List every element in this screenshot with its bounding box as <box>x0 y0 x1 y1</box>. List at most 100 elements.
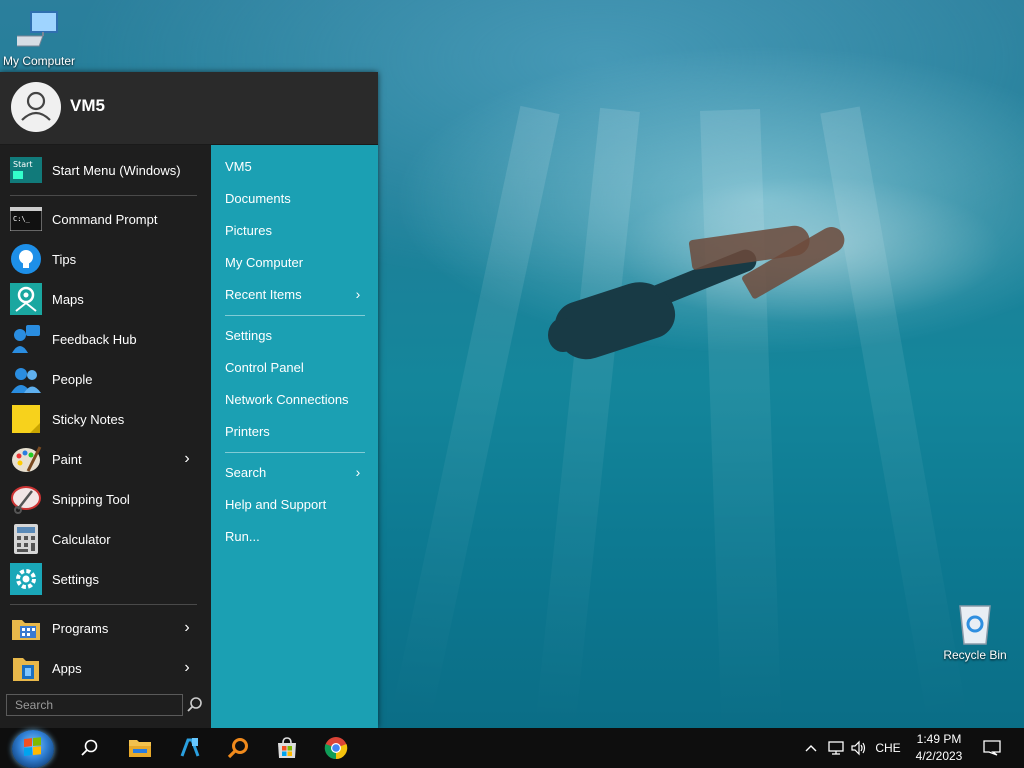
menu-separator <box>225 315 365 316</box>
gear-icon <box>10 563 42 595</box>
user-avatar[interactable] <box>11 82 61 132</box>
search-icon <box>81 739 98 756</box>
network-icon <box>828 741 844 755</box>
places-item-documents[interactable]: Documents <box>225 183 365 213</box>
menu-item-label: Apps <box>52 660 82 676</box>
places-item-run[interactable]: Run... <box>225 521 365 551</box>
taskbar-app-store[interactable] <box>170 732 210 764</box>
menu-item-people[interactable]: People <box>0 359 211 399</box>
svg-text:C:\_: C:\_ <box>13 215 31 223</box>
magnifier-search-icon <box>227 738 248 759</box>
places-item-help-and-support[interactable]: Help and Support <box>225 489 365 519</box>
start-button[interactable] <box>12 730 54 768</box>
menu-item-label: People <box>52 371 93 387</box>
places-item-label: Pictures <box>225 222 272 238</box>
places-item-search[interactable]: Search › <box>225 457 365 487</box>
user-name[interactable]: VM5 <box>70 96 105 116</box>
places-item-my-computer[interactable]: My Computer <box>225 247 365 277</box>
menu-item-calculator[interactable]: Calculator <box>0 519 211 559</box>
command-prompt-icon: C:\_ <box>10 203 42 235</box>
app-store-icon <box>180 738 200 757</box>
places-item-control-panel[interactable]: Control Panel <box>225 352 365 382</box>
menu-separator <box>225 452 365 453</box>
snipping-tool-icon <box>10 483 42 515</box>
places-item-recent-items[interactable]: Recent Items › <box>225 279 365 309</box>
clock-time: 1:49 PM <box>916 732 962 746</box>
desktop-icon-recycle-bin[interactable]: Recycle Bin <box>940 600 1010 662</box>
start-menu-right-items: VM5 Documents Pictures My Computer Recen… <box>211 145 378 728</box>
places-item-vm5[interactable]: VM5 <box>225 151 365 181</box>
taskbar-chrome[interactable] <box>316 732 356 764</box>
tray-show-hidden-icons[interactable] <box>800 728 822 768</box>
menu-item-feedback-hub[interactable]: Feedback Hub <box>0 319 211 359</box>
taskbar: CHE 1:49 PM 4/2/2023 <box>0 728 1024 768</box>
menu-separator <box>10 195 197 196</box>
taskbar-file-explorer[interactable] <box>120 732 160 764</box>
chevron-right-icon: › <box>184 450 190 467</box>
file-explorer-icon <box>129 740 151 757</box>
places-item-settings[interactable]: Settings <box>225 320 365 350</box>
calculator-icon <box>10 523 42 555</box>
menu-item-paint[interactable]: Paint › <box>0 439 211 479</box>
start-menu-icon: Start <box>10 154 42 186</box>
notification-icon <box>983 740 1001 756</box>
taskbar-microsoft-store[interactable] <box>267 732 307 764</box>
places-item-label: Help and Support <box>225 496 327 512</box>
places-item-label: VM5 <box>225 158 252 174</box>
start-menu-search-box[interactable] <box>6 694 183 716</box>
menu-item-maps[interactable]: Maps <box>0 279 211 319</box>
desktop-icon-label: My Computer <box>2 54 76 68</box>
menu-item-apps[interactable]: Apps › <box>0 648 211 688</box>
places-item-label: Settings <box>225 327 272 343</box>
menu-separator <box>10 604 197 605</box>
menu-item-label: Paint <box>52 451 82 467</box>
search-input[interactable] <box>7 695 182 715</box>
search-icon[interactable] <box>186 696 204 714</box>
menu-item-label: Command Prompt <box>52 211 158 227</box>
places-item-pictures[interactable]: Pictures <box>225 215 365 245</box>
menu-item-label: Sticky Notes <box>52 411 125 427</box>
menu-item-command-prompt[interactable]: C:\_ Command Prompt <box>0 199 211 239</box>
places-item-printers[interactable]: Printers <box>225 416 365 446</box>
people-icon <box>10 363 42 395</box>
menu-item-tips[interactable]: Tips <box>0 239 211 279</box>
menu-item-label: Calculator <box>52 531 111 547</box>
places-item-network-connections[interactable]: Network Connections <box>225 384 365 414</box>
menu-item-label: Programs <box>52 620 109 636</box>
menu-item-programs[interactable]: Programs › <box>0 608 211 648</box>
tray-clock[interactable]: 1:49 PM 4/2/2023 <box>906 731 972 765</box>
menu-item-label: Feedback Hub <box>52 331 137 347</box>
feedback-hub-icon <box>10 323 42 355</box>
desktop-icon-my-computer[interactable]: My Computer <box>0 8 78 68</box>
tray-network[interactable] <box>824 728 848 768</box>
menu-item-sticky-notes[interactable]: Sticky Notes <box>0 399 211 439</box>
recycle-bin-icon <box>959 605 991 645</box>
windows-logo-icon <box>24 737 41 756</box>
desktop-icon-label: Recycle Bin <box>943 648 1007 662</box>
places-item-label: My Computer <box>225 254 304 270</box>
apps-icon <box>10 652 42 684</box>
lightbulb-icon <box>10 243 42 275</box>
places-item-label: Recent Items <box>225 286 302 302</box>
taskbar-magnifier[interactable] <box>218 732 258 764</box>
menu-item-label: Start Menu (Windows) <box>52 162 181 178</box>
clock-date: 4/2/2023 <box>915 749 963 763</box>
menu-item-settings[interactable]: Settings <box>0 559 211 599</box>
places-item-label: Run... <box>225 528 260 544</box>
tray-language[interactable]: CHE <box>872 728 904 768</box>
svg-text:Start: Start <box>13 160 33 169</box>
menu-item-start-menu-windows[interactable]: Start Start Menu (Windows) <box>0 150 211 190</box>
menu-item-snipping-tool[interactable]: Snipping Tool <box>0 479 211 519</box>
microsoft-store-icon <box>278 737 296 758</box>
menu-item-label: Settings <box>52 571 99 587</box>
tray-volume[interactable] <box>848 728 870 768</box>
sticky-notes-icon <box>10 403 42 435</box>
places-item-label: Network Connections <box>225 391 349 407</box>
chevron-right-icon: › <box>355 286 361 302</box>
chevron-right-icon: › <box>184 659 190 676</box>
places-item-label: Documents <box>225 190 291 206</box>
start-menu-header: VM5 <box>0 72 378 145</box>
taskbar-search-button[interactable] <box>70 732 110 764</box>
tray-notifications[interactable] <box>978 728 1006 768</box>
monitor-icon <box>17 11 58 47</box>
